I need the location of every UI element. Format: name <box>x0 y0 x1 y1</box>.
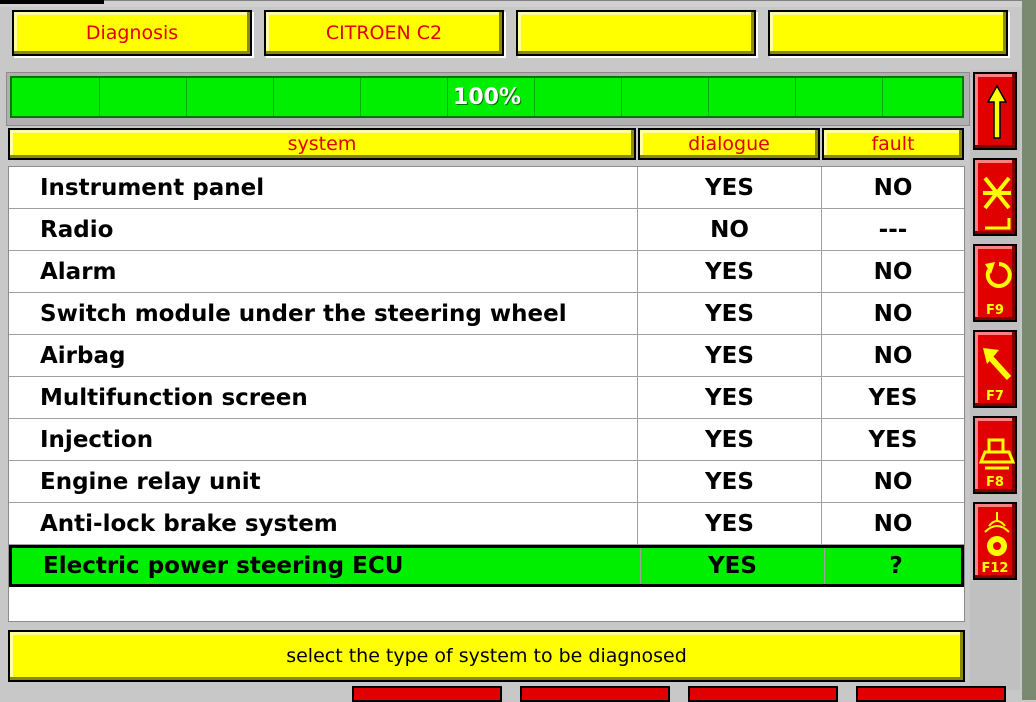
column-header-fault[interactable]: fault <box>822 128 964 160</box>
help-button[interactable]: F12 <box>973 502 1017 580</box>
table-row[interactable]: Airbag YES NO <box>9 335 964 377</box>
system-cell: Radio <box>40 216 114 243</box>
system-cell: Multifunction screen <box>40 384 308 411</box>
dialogue-cell: YES <box>637 251 821 292</box>
print-icon <box>979 438 1015 470</box>
table-row[interactable]: Injection YES YES <box>9 419 964 461</box>
system-table: Instrument panel YES NO Radio NO --- Alarm YES N… <box>8 166 965 622</box>
fault-cell: NO <box>821 293 964 334</box>
top-strip <box>0 0 1036 7</box>
system-cell: Engine relay unit <box>40 468 261 495</box>
tab-diagnosis[interactable]: Diagnosis <box>12 10 252 56</box>
tab-empty-4[interactable] <box>768 10 1008 56</box>
desktop-edge <box>1022 0 1036 700</box>
dialogue-cell: NO <box>637 209 821 250</box>
table-row[interactable]: Alarm YES NO <box>9 251 964 293</box>
table-row[interactable]: Multifunction screen YES YES <box>9 377 964 419</box>
tab-empty-3[interactable] <box>516 10 756 56</box>
system-cell: Electric power steering ECU <box>43 553 404 579</box>
scroll-up-button[interactable] <box>973 72 1017 150</box>
fault-cell: --- <box>821 209 964 250</box>
dialogue-cell: YES <box>637 461 821 502</box>
table-row[interactable]: Anti-lock brake system YES NO <box>9 503 964 545</box>
dialogue-cell: YES <box>637 503 821 544</box>
cancel-enter-icon <box>983 176 1011 230</box>
refresh-key: F9 <box>986 303 1004 318</box>
back-arrow-icon <box>983 348 1012 381</box>
progress-label: 100% <box>453 84 521 110</box>
dialogue-cell: YES <box>637 293 821 334</box>
help-key: F12 <box>981 561 1009 576</box>
table-row[interactable]: Instrument panel YES NO <box>9 167 964 209</box>
dialogue-cell: YES <box>637 419 821 460</box>
back-key: F7 <box>986 389 1004 404</box>
back-button[interactable]: F7 <box>973 330 1017 408</box>
system-cell: Alarm <box>40 258 117 285</box>
print-key: F8 <box>986 475 1004 490</box>
system-cell: Injection <box>40 426 154 453</box>
dialogue-cell: YES <box>637 167 821 208</box>
up-arrow-icon <box>986 84 1008 139</box>
table-row[interactable]: Electric power steering ECU YES? <box>9 545 964 587</box>
fault-cell: YES <box>821 419 964 460</box>
help-icon <box>984 512 1010 556</box>
system-cell: Airbag <box>40 342 126 369</box>
fault-cell: NO <box>821 167 964 208</box>
system-cell: Anti-lock brake system <box>40 510 338 537</box>
dialogue-cell: YES <box>637 377 821 418</box>
fault-cell: YES <box>821 377 964 418</box>
column-header-system[interactable]: system <box>8 128 636 160</box>
system-cell: Switch module under the steering wheel <box>40 300 567 327</box>
fault-cell: NO <box>821 251 964 292</box>
refresh-icon <box>985 262 1012 288</box>
fault-cell: NO <box>821 335 964 376</box>
system-cell: Instrument panel <box>40 174 265 201</box>
fault-cell: NO <box>821 503 964 544</box>
table-row[interactable]: Engine relay unit YES NO <box>9 461 964 503</box>
table-row[interactable]: Radio NO --- <box>9 209 964 251</box>
status-message: select the type of system to be diagnose… <box>8 630 965 682</box>
fault-cell: NO <box>821 461 964 502</box>
cancel-enter-button[interactable] <box>973 158 1017 236</box>
print-button[interactable]: F8 <box>973 416 1017 494</box>
refresh-button[interactable]: F9 <box>973 244 1017 322</box>
fault-cell: ? <box>824 548 967 584</box>
dialogue-cell: YES <box>640 548 824 584</box>
table-row[interactable]: Switch module under the steering wheel YE… <box>9 293 964 335</box>
column-header-dialogue[interactable]: dialogue <box>638 128 820 160</box>
tab-vehicle[interactable]: CITROEN C2 <box>264 10 504 56</box>
progress-bar: 100% <box>10 76 964 118</box>
dialogue-cell: YES <box>637 335 821 376</box>
